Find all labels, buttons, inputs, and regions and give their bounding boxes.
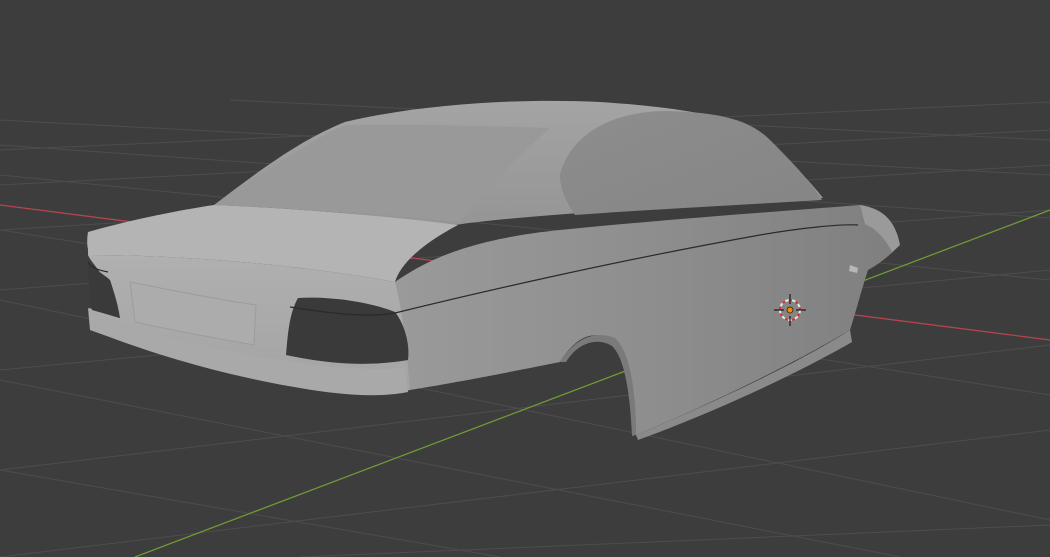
car-body-mesh[interactable] xyxy=(87,100,900,440)
object-origin-dot xyxy=(786,306,794,314)
3d-viewport[interactable] xyxy=(0,0,1050,557)
